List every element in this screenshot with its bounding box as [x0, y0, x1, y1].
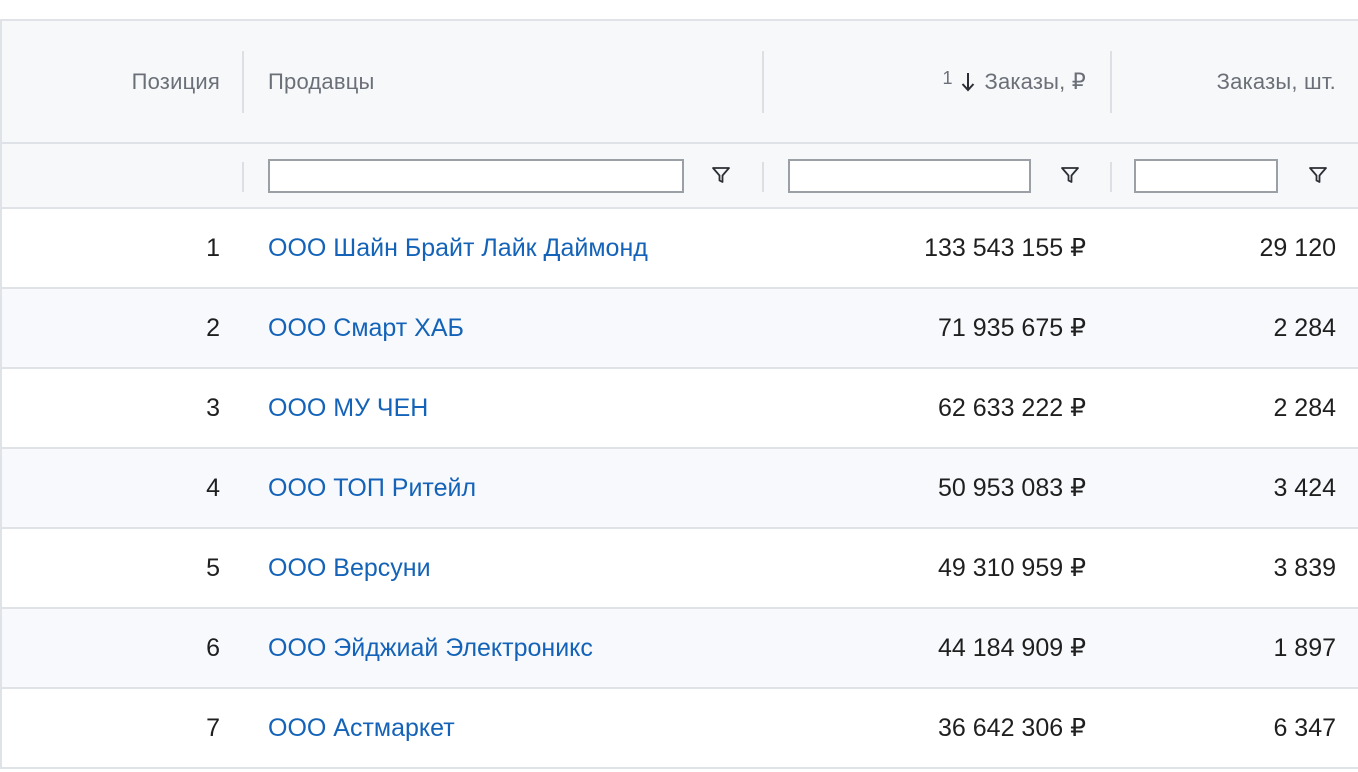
orders-rub-value: 133 543 155 ₽: [924, 234, 1086, 262]
orders-rub-value: 50 953 083 ₽: [938, 474, 1086, 502]
column-header-orders-rub[interactable]: 1 Заказы, ₽: [762, 21, 1112, 142]
row-position: 6: [206, 633, 220, 662]
orders-pcs-value: 2 284: [1273, 313, 1336, 342]
orders-pcs-value: 1 897: [1273, 633, 1336, 662]
orders-pcs-value: 3 424: [1273, 473, 1336, 502]
seller-link[interactable]: ООО ТОП Ритейл: [268, 474, 476, 503]
orders-rub-value: 71 935 675 ₽: [938, 314, 1086, 342]
column-header-position[interactable]: Позиция: [2, 21, 244, 142]
orders-rub-value: 62 633 222 ₽: [938, 394, 1086, 422]
filter-icon[interactable]: [1059, 164, 1081, 186]
table-row: 7 ООО Астмаркет 36 642 306 ₽ 6 347: [2, 689, 1358, 769]
orders-pcs-value: 6 347: [1273, 713, 1336, 742]
table-row: 4 ООО ТОП Ритейл 50 953 083 ₽ 3 424: [2, 449, 1358, 529]
orders-rub-value: 49 310 959 ₽: [938, 554, 1086, 582]
orders-rub-filter-input[interactable]: [788, 158, 1031, 193]
table-row: 6 ООО Эйджиай Электроникс 44 184 909 ₽ 1…: [2, 609, 1358, 689]
table-row: 3 ООО МУ ЧЕН 62 633 222 ₽ 2 284: [2, 369, 1358, 449]
seller-link[interactable]: ООО Эйджиай Электроникс: [268, 634, 593, 663]
sellers-filter-input[interactable]: [268, 158, 684, 193]
row-position: 4: [206, 473, 220, 502]
seller-link[interactable]: ООО Шайн Брайт Лайк Даймонд: [268, 234, 648, 263]
column-header-position-label: Позиция: [131, 68, 220, 94]
sellers-table: Позиция Продавцы 1 Заказы, ₽ Заказы, шт.: [0, 19, 1358, 769]
seller-link[interactable]: ООО Смарт ХАБ: [268, 314, 464, 343]
filter-cell-position: [2, 144, 244, 207]
column-header-orders-pcs-label: Заказы, шт.: [1216, 68, 1336, 94]
row-position: 5: [206, 553, 220, 582]
table-row: 2 ООО Смарт ХАБ 71 935 675 ₽ 2 284: [2, 289, 1358, 369]
orders-rub-value: 44 184 909 ₽: [938, 634, 1086, 662]
row-position: 1: [206, 233, 220, 262]
table-filter-row: [2, 144, 1358, 209]
column-header-sellers-label: Продавцы: [268, 68, 375, 94]
row-position: 3: [206, 393, 220, 422]
filter-icon[interactable]: [1307, 164, 1329, 186]
column-header-sellers[interactable]: Продавцы: [242, 21, 764, 142]
seller-link[interactable]: ООО МУ ЧЕН: [268, 394, 428, 423]
orders-rub-value: 36 642 306 ₽: [938, 714, 1086, 742]
arrow-down-icon: [962, 72, 975, 91]
row-position: 7: [206, 713, 220, 742]
filter-cell-orders-rub: [762, 144, 1112, 207]
orders-pcs-value: 3 839: [1273, 553, 1336, 582]
filter-icon[interactable]: [710, 164, 732, 186]
table-header-row: Позиция Продавцы 1 Заказы, ₽ Заказы, шт.: [2, 21, 1358, 144]
seller-link[interactable]: ООО Версуни: [268, 554, 431, 583]
filter-cell-sellers: [242, 144, 764, 207]
filter-cell-orders-pcs: [1110, 144, 1358, 207]
table-row: 1 ООО Шайн Брайт Лайк Даймонд 133 543 15…: [2, 209, 1358, 289]
orders-pcs-value: 2 284: [1273, 393, 1336, 422]
table-row: 5 ООО Версуни 49 310 959 ₽ 3 839: [2, 529, 1358, 609]
orders-pcs-filter-input[interactable]: [1134, 158, 1278, 193]
row-position: 2: [206, 313, 220, 342]
orders-pcs-value: 29 120: [1259, 233, 1336, 262]
sort-order-index: 1: [942, 68, 953, 88]
column-header-orders-pcs[interactable]: Заказы, шт.: [1110, 21, 1358, 142]
column-header-orders-rub-label: Заказы, ₽: [984, 68, 1086, 94]
seller-link[interactable]: ООО Астмаркет: [268, 714, 455, 743]
